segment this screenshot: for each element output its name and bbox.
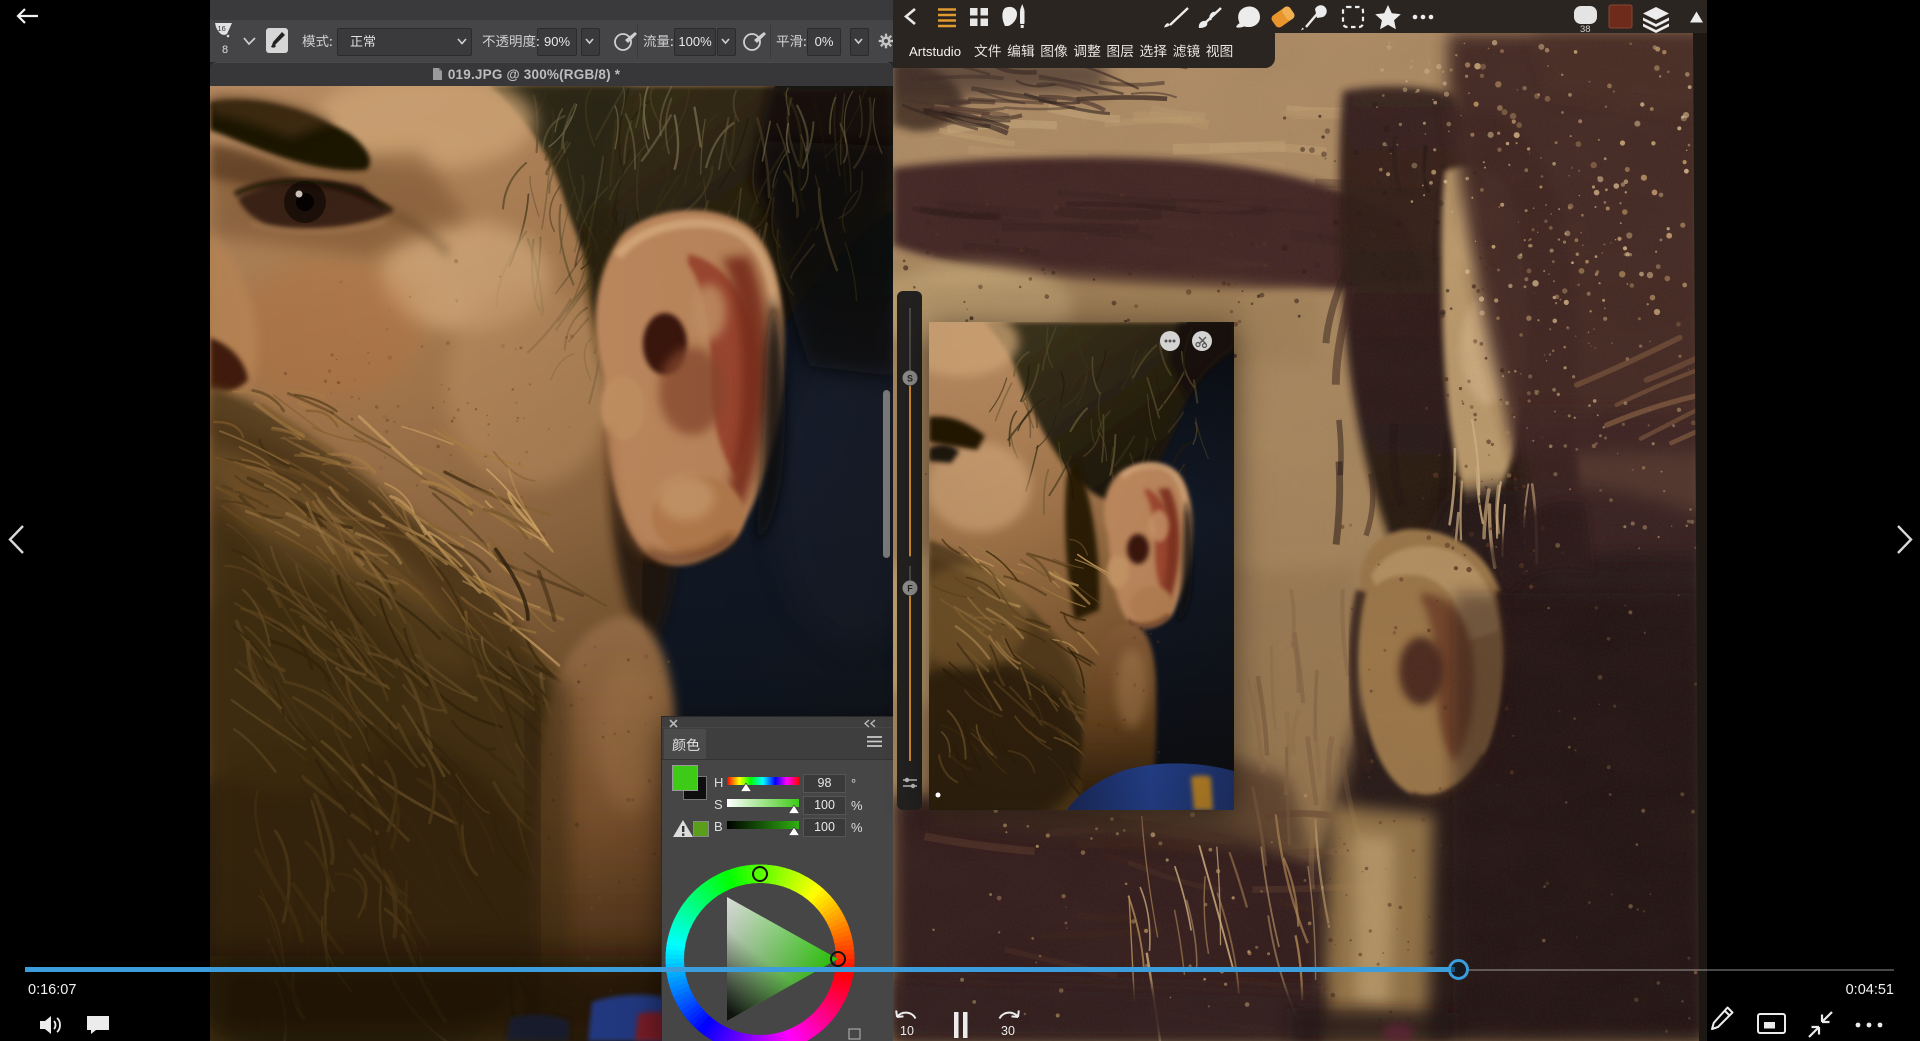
svg-text:30: 30 xyxy=(1001,1024,1015,1038)
svg-text:38: 38 xyxy=(1580,24,1591,33)
svg-text:10: 10 xyxy=(900,1024,914,1038)
svg-text:S: S xyxy=(907,374,913,384)
svg-text:Artstudio: Artstudio xyxy=(909,44,961,59)
svg-text:F: F xyxy=(907,584,913,594)
